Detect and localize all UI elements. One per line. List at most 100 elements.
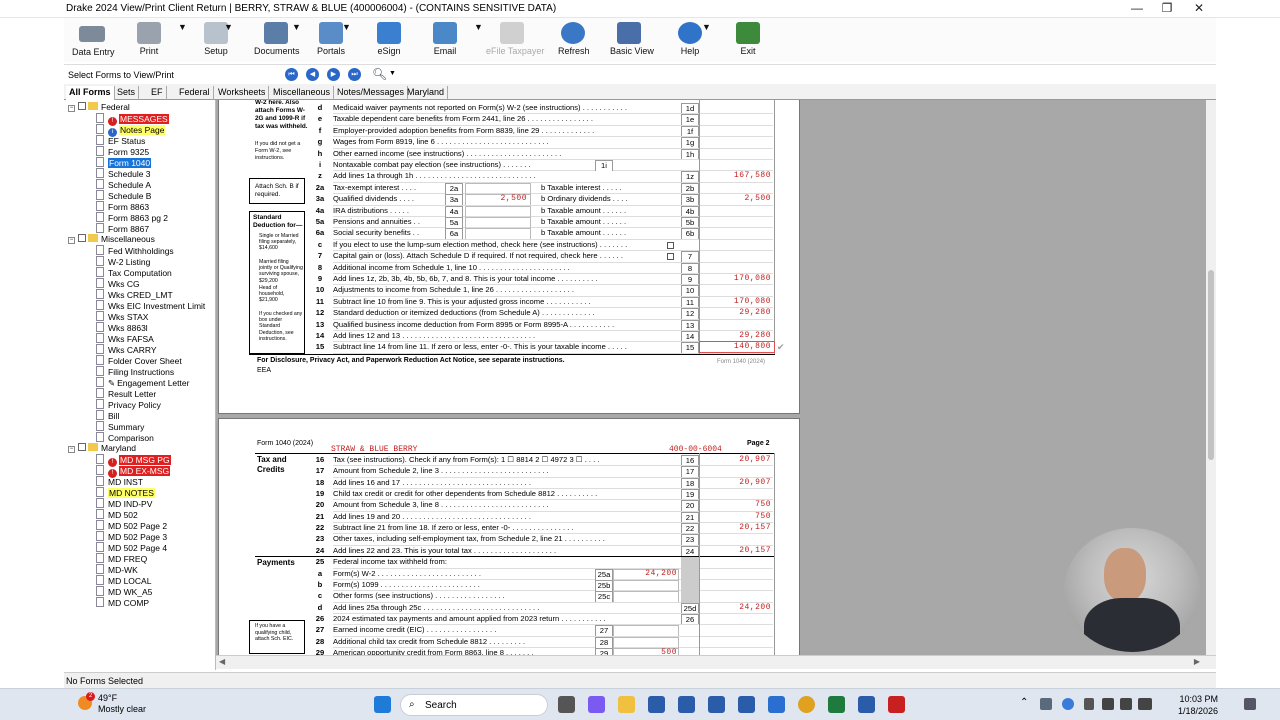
tab-notes-messages[interactable]: Notes/Messages: [334, 86, 409, 100]
tree-item-federal[interactable]: Schedule 3: [96, 168, 151, 179]
notifications-icon[interactable]: [1244, 698, 1256, 710]
scroll-left-icon[interactable]: ◀: [219, 657, 225, 666]
zoom-icon[interactable]: 🔍︎: [372, 67, 387, 81]
capital-gain-checkbox[interactable]: [667, 253, 674, 261]
wifi-icon[interactable]: [1102, 698, 1114, 710]
setup-dropdown-caret[interactable]: ▼: [224, 22, 233, 32]
help-dropdown-caret[interactable]: ▼: [702, 22, 711, 32]
tree-item-misc[interactable]: Tax Computation: [96, 267, 172, 278]
vertical-scroll-thumb[interactable]: [1208, 270, 1214, 460]
acrobat-icon[interactable]: [888, 696, 905, 713]
tree-item-federal[interactable]: EF Status: [96, 135, 145, 146]
print-button[interactable]: Print: [134, 22, 164, 56]
chrome-icon[interactable]: [798, 696, 815, 713]
tree-item-misc[interactable]: Result Letter: [96, 388, 156, 399]
tree-item-federal[interactable]: i Notes Page: [96, 124, 166, 137]
tree-item-misc[interactable]: Wks EIC Investment Limit: [96, 300, 205, 311]
maryland-group[interactable]: − Maryland: [68, 443, 136, 454]
first-page-icon[interactable]: ⏮: [285, 68, 298, 81]
microphone-icon[interactable]: [1084, 698, 1094, 710]
horizontal-scrollbar[interactable]: ◀ ▶: [216, 655, 1216, 669]
start-icon[interactable]: [374, 696, 391, 713]
tree-item-misc[interactable]: Filing Instructions: [96, 366, 174, 377]
portals-dropdown-caret[interactable]: ▼: [342, 22, 351, 32]
clock[interactable]: 10:03 PM 1/18/2026: [1178, 693, 1218, 717]
tab-all-forms[interactable]: All Forms: [66, 86, 115, 100]
restore-button[interactable]: ❐: [1152, 0, 1182, 18]
tree-item-misc[interactable]: ✎ Engagement Letter: [96, 377, 189, 388]
tree-item-misc[interactable]: Bill: [96, 410, 119, 421]
tree-item-misc[interactable]: Wks 8863l: [96, 322, 148, 333]
taskbar-search[interactable]: ⌕ Search: [400, 694, 548, 716]
last-page-icon[interactable]: ⏭: [348, 68, 361, 81]
drake-25-icon[interactable]: [738, 696, 755, 713]
basic-view-button[interactable]: Basic View: [610, 22, 654, 56]
tree-item-misc[interactable]: Comparison: [96, 432, 154, 443]
tree-item-maryland[interactable]: MD WK_A5: [96, 586, 152, 597]
excel-icon[interactable]: [828, 696, 845, 713]
tree-item-misc[interactable]: Privacy Policy: [96, 399, 161, 410]
weather-widget[interactable]: 49°F Mostly clear: [98, 693, 146, 715]
expand-icon[interactable]: −: [68, 237, 75, 244]
tree-item-federal[interactable]: Form 8867: [96, 223, 149, 234]
tree-item-maryland[interactable]: MD IND-PV: [96, 498, 152, 509]
tab-ef[interactable]: EF: [148, 86, 167, 100]
tree-item-federal[interactable]: Schedule B: [96, 190, 151, 201]
checkbox[interactable]: [78, 102, 86, 110]
federal-group[interactable]: − Federal: [68, 102, 130, 113]
tree-item-federal[interactable]: Form 8863: [96, 201, 149, 212]
tree-item-federal[interactable]: Form 8863 pg 2: [96, 212, 168, 223]
vertical-scrollbar[interactable]: [1206, 100, 1216, 655]
tab-worksheets[interactable]: Worksheets: [215, 86, 270, 100]
tree-item-federal[interactable]: Form 9325: [96, 146, 149, 157]
tree-item-misc[interactable]: Wks STAX: [96, 311, 148, 322]
tab-federal[interactable]: Federal: [176, 86, 214, 100]
exit-button[interactable]: Exit: [736, 22, 760, 56]
next-page-icon[interactable]: ▶: [327, 68, 340, 81]
esign-button[interactable]: eSign: [374, 22, 404, 56]
drake-22-icon[interactable]: [648, 696, 665, 713]
tree-item-misc[interactable]: Fed Withholdings: [96, 245, 174, 256]
tree-item-maryland[interactable]: MD INST: [96, 476, 143, 487]
checkbox[interactable]: [78, 443, 86, 451]
tree-item-misc[interactable]: W-2 Listing: [96, 256, 150, 267]
expand-icon[interactable]: −: [68, 446, 75, 453]
battery-icon[interactable]: [1138, 698, 1152, 710]
drake-active-icon[interactable]: [858, 696, 875, 713]
file-explorer-icon[interactable]: [618, 696, 635, 713]
tree-item-maryland[interactable]: ! MD MSG PG: [96, 454, 171, 467]
close-button[interactable]: ✕: [1184, 0, 1214, 18]
tree-item-federal[interactable]: ! MESSAGES: [96, 113, 169, 126]
volume-icon[interactable]: [1120, 698, 1132, 710]
tree-item-federal[interactable]: Schedule A: [96, 179, 151, 190]
tree-item-misc[interactable]: Summary: [96, 421, 144, 432]
refresh-button[interactable]: Refresh: [558, 22, 590, 56]
tree-item-misc[interactable]: Wks FAFSA: [96, 333, 154, 344]
tab-maryland[interactable]: Maryland: [404, 86, 449, 100]
tree-item-maryland[interactable]: MD FREQ: [96, 553, 147, 564]
tree-item-maryland[interactable]: MD 502: [96, 509, 138, 520]
print-dropdown-caret[interactable]: ▼: [178, 22, 187, 32]
tree-item-maryland[interactable]: MD COMP: [96, 597, 149, 608]
lump-sum-checkbox[interactable]: [667, 241, 674, 249]
tab-miscellaneous[interactable]: Miscellaneous: [270, 86, 335, 100]
tray-app-icon[interactable]: [1040, 698, 1052, 710]
copilot-icon[interactable]: [588, 696, 605, 713]
prev-page-icon[interactable]: ◀: [306, 68, 319, 81]
tree-item-maryland[interactable]: MD 502 Page 4: [96, 542, 167, 553]
tree-item-maryland[interactable]: MD NOTES: [96, 487, 155, 498]
documents-dropdown-caret[interactable]: ▼: [292, 22, 301, 32]
tree-item-misc[interactable]: Wks CG: [96, 278, 140, 289]
task-view-icon[interactable]: [558, 696, 575, 713]
tree-item-maryland[interactable]: MD 502 Page 3: [96, 531, 167, 542]
email-dropdown-caret[interactable]: ▼: [474, 22, 483, 32]
miscellaneous-group[interactable]: − Miscellaneous: [68, 234, 155, 245]
tray-cloud-icon[interactable]: [1062, 698, 1074, 710]
checkbox[interactable]: [78, 234, 86, 242]
tree-item-maryland[interactable]: ! MD EX-MSG: [96, 465, 171, 478]
settings-icon[interactable]: [768, 696, 785, 713]
tree-item-maryland[interactable]: MD LOCAL: [96, 575, 151, 586]
data-entry-button[interactable]: Data Entry: [72, 22, 115, 57]
help-button[interactable]: Help: [676, 22, 704, 56]
tray-chevron-icon[interactable]: ⌃: [1020, 697, 1028, 708]
